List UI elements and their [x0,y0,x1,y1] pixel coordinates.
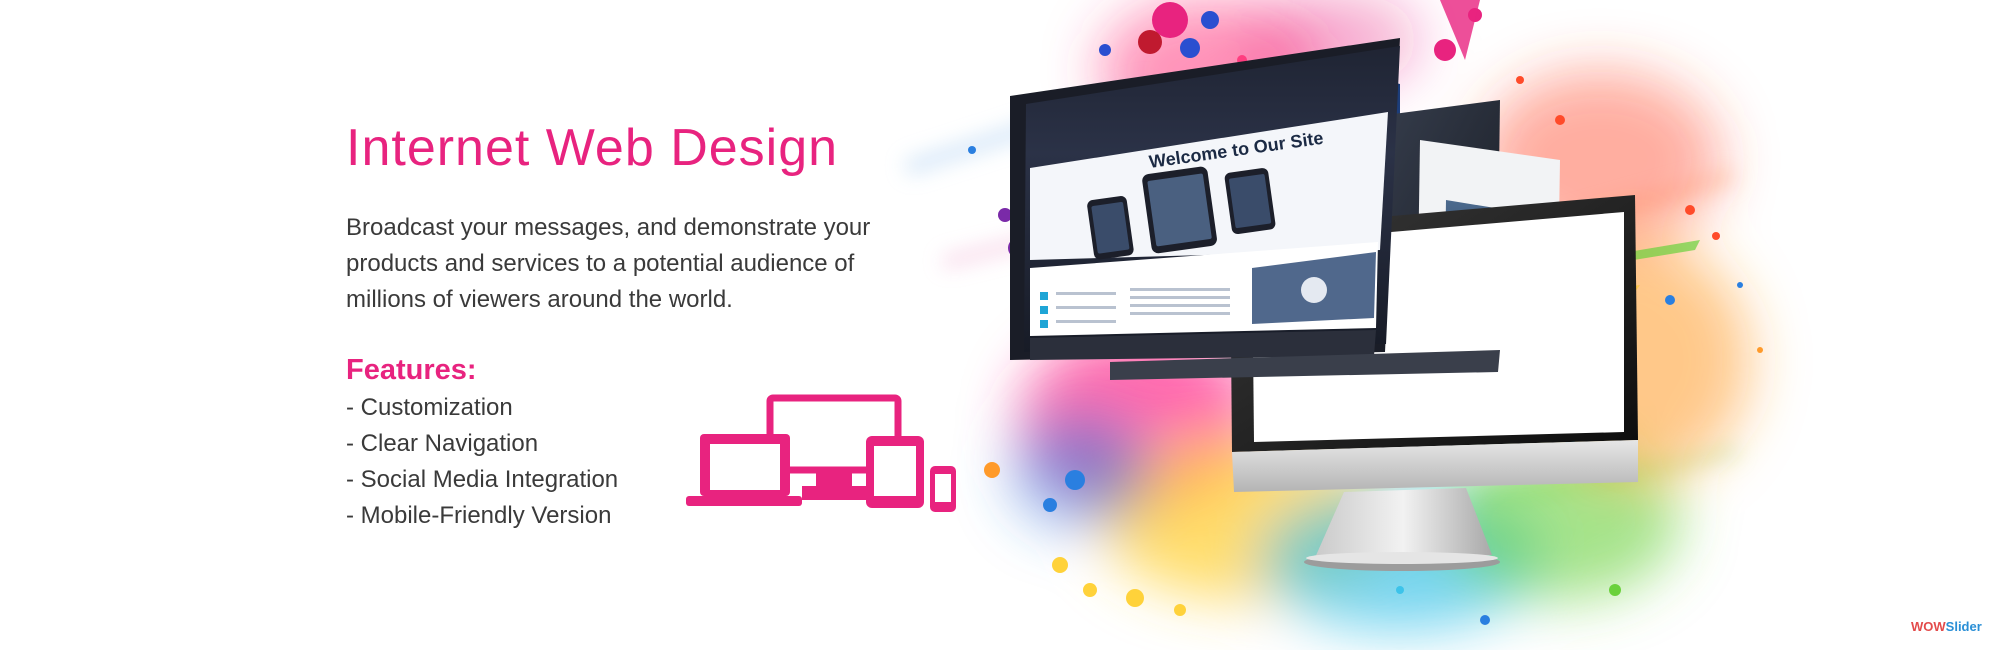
slider-watermark[interactable]: WOWSlider [1908,618,1985,636]
watermark-part2: Slider [1945,619,1982,634]
slide-description: Broadcast your messages, and demonstrate… [346,214,871,313]
features-list: - Customization - Clear Navigation - Soc… [346,390,618,534]
responsive-devices-icon [686,394,956,512]
web-design-artwork: es Welcome to Our Site [903,0,1763,630]
feature-item: - Social Media Integration [346,466,619,493]
feature-item: - Clear Navigation [346,430,539,457]
feature-item: - Mobile-Friendly Version [346,502,612,529]
watermark-part1: WOW [1911,619,1946,634]
slider-slide: es Welcome to Our Site [0,0,2000,650]
slide-title: Internet Web Design [346,119,839,177]
feature-item: - Customization [346,394,513,421]
features-heading: Features: [346,354,477,386]
